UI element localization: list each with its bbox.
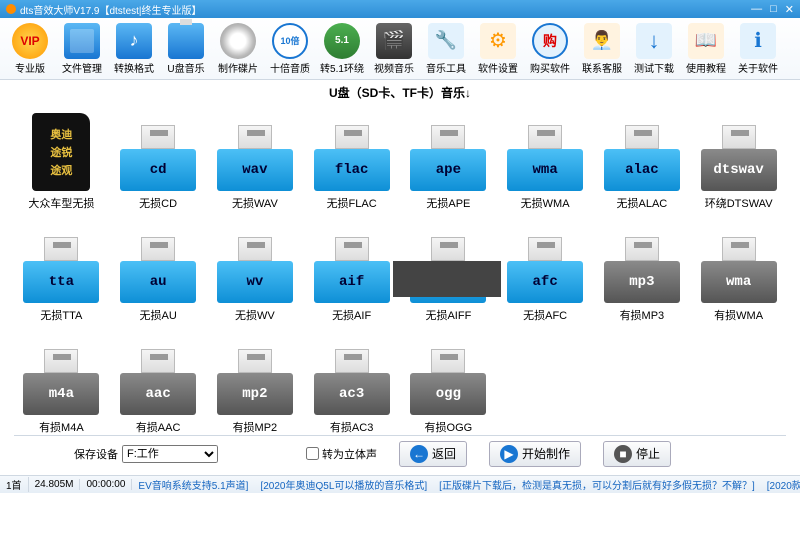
app-icon — [6, 4, 16, 14]
status-link[interactable]: EV音响系统支持5.1声道] — [132, 481, 254, 492]
maximize-icon[interactable]: □ — [770, 3, 777, 16]
format-dtswav[interactable]: dtswav环绕DTSWAV — [691, 105, 786, 211]
section-title: U盘（SD卡、TF卡）音乐↓ — [14, 82, 786, 105]
format-mp3[interactable]: mp3有损MP3 — [595, 217, 690, 323]
format-tta[interactable]: tta无损TTA — [14, 217, 109, 323]
bottom-bar: 保存设备 F:工作 转为立体声 ←返回 ▶开始制作 ■停止 — [14, 435, 786, 471]
overlay-block — [393, 261, 501, 297]
stereo-checkbox[interactable]: 转为立体声 — [306, 446, 377, 462]
usbmusic-icon — [168, 23, 204, 59]
back-button[interactable]: ←返回 — [399, 441, 467, 467]
x10-icon: 10倍 — [272, 23, 308, 59]
format-wma[interactable]: wma有损WMA — [691, 217, 786, 323]
format-wav[interactable]: wav无损WAV — [208, 105, 303, 211]
settings-icon — [480, 23, 516, 59]
stop-button[interactable]: ■停止 — [603, 441, 671, 467]
usb-icon: ape — [409, 119, 487, 191]
usb-icon: tta — [22, 231, 100, 303]
play-icon: ▶ — [500, 445, 518, 463]
minimize-icon[interactable]: — — [751, 3, 762, 16]
format-ac3[interactable]: ac3有损AC3 — [304, 329, 399, 435]
usb-icon: aif — [313, 231, 391, 303]
toolbar-buy[interactable]: 购买软件 — [524, 20, 576, 77]
tools-icon — [428, 23, 464, 59]
toolbar-video[interactable]: 视频音乐 — [368, 20, 420, 77]
filemgr-icon — [64, 23, 100, 59]
usb-icon: mp3 — [603, 231, 681, 303]
toolbar-x10[interactable]: 10倍十倍音质 — [264, 20, 316, 77]
format-wma[interactable]: wma无损WMA — [498, 105, 593, 211]
titlebar: dts音效大师V17.9【dtstest|终生专业版】 — □ ✕ — [0, 0, 800, 18]
toolbar-about[interactable]: 关于软件 — [732, 20, 784, 77]
toolbar-usbmusic[interactable]: U盘音乐 — [160, 20, 212, 77]
usb-icon: aac — [119, 343, 197, 415]
status-link[interactable]: [正版碟片下载后，检测是真无损，可以分割后就有好多假无损？不解？] — [433, 481, 761, 492]
makecd-icon — [220, 23, 256, 59]
about-icon — [740, 23, 776, 59]
video-icon — [376, 23, 412, 59]
status-link[interactable]: [2020年奥迪Q5L可以播放的音乐格式] — [254, 481, 433, 492]
usb-icon: cd — [119, 119, 197, 191]
usb-icon: mp2 — [216, 343, 294, 415]
close-icon[interactable]: ✕ — [785, 3, 794, 16]
usb-icon: au — [119, 231, 197, 303]
toolbar-tutorial[interactable]: 使用教程 — [680, 20, 732, 77]
format-aac[interactable]: aac有损AAC — [111, 329, 206, 435]
toolbar-support[interactable]: 联系客服 — [576, 20, 628, 77]
format-cd[interactable]: cd无损CD — [111, 105, 206, 211]
drive-select[interactable]: F:工作 — [122, 445, 218, 463]
usb-icon: dtswav — [700, 119, 778, 191]
toolbar: VIP专业版文件管理转换格式U盘音乐制作碟片10倍十倍音质5.1转5.1环绕视频… — [0, 18, 800, 80]
convert-icon — [116, 23, 152, 59]
toolbar-download[interactable]: 测试下载 — [628, 20, 680, 77]
format-afc[interactable]: afc无损AFC — [498, 217, 593, 323]
usb-icon: ogg — [409, 343, 487, 415]
sdcard-cell[interactable]: 奥迪途锐途观大众车型无损 — [14, 105, 109, 211]
toolbar-settings[interactable]: 软件设置 — [472, 20, 524, 77]
save-device-label: 保存设备 — [74, 446, 118, 462]
sdcard-icon: 奥迪途锐途观 — [32, 113, 90, 191]
format-m4a[interactable]: m4a有损M4A — [14, 329, 109, 435]
start-button[interactable]: ▶开始制作 — [489, 441, 581, 467]
format-au[interactable]: au无损AU — [111, 217, 206, 323]
usb-icon: m4a — [22, 343, 100, 415]
download-icon — [636, 23, 672, 59]
usb-icon: wv — [216, 231, 294, 303]
format-aif[interactable]: aif无损AIF — [304, 217, 399, 323]
status-bar: 1首 24.805M 00:00:00 EV音响系统支持5.1声道][2020年… — [0, 475, 800, 493]
toolbar-makecd[interactable]: 制作碟片 — [212, 20, 264, 77]
status-link[interactable]: [2020款奥迪A6旅行版支持 — [761, 481, 800, 492]
window-controls: — □ ✕ — [751, 3, 794, 16]
status-count: 1首 — [0, 477, 29, 492]
format-flac[interactable]: flac无损FLAC — [304, 105, 399, 211]
toolbar-convert[interactable]: 转换格式 — [108, 20, 160, 77]
usb-icon: alac — [603, 119, 681, 191]
status-size: 24.805M — [29, 479, 81, 490]
format-ape[interactable]: ape无损APE — [401, 105, 496, 211]
vip-icon: VIP — [12, 23, 48, 59]
usb-icon: flac — [313, 119, 391, 191]
toolbar-filemgr[interactable]: 文件管理 — [56, 20, 108, 77]
usb-icon: wma — [700, 231, 778, 303]
format-alac[interactable]: alac无损ALAC — [595, 105, 690, 211]
stop-icon: ■ — [614, 445, 632, 463]
arrow-left-icon: ← — [410, 445, 428, 463]
surround-icon: 5.1 — [324, 23, 360, 59]
tutorial-icon — [688, 23, 724, 59]
toolbar-vip[interactable]: VIP专业版 — [4, 20, 56, 77]
format-wv[interactable]: wv无损WV — [208, 217, 303, 323]
support-icon — [584, 23, 620, 59]
toolbar-tools[interactable]: 音乐工具 — [420, 20, 472, 77]
format-ogg[interactable]: ogg有损OGG — [401, 329, 496, 435]
usb-icon: wav — [216, 119, 294, 191]
format-mp2[interactable]: mp2有损MP2 — [208, 329, 303, 435]
usb-icon: ac3 — [313, 343, 391, 415]
usb-icon: wma — [506, 119, 584, 191]
buy-icon — [532, 23, 568, 59]
usb-icon: afc — [506, 231, 584, 303]
toolbar-surround[interactable]: 5.1转5.1环绕 — [316, 20, 368, 77]
app-title: dts音效大师V17.9【dtstest|终生专业版】 — [20, 6, 202, 17]
status-time: 00:00:00 — [80, 479, 132, 490]
